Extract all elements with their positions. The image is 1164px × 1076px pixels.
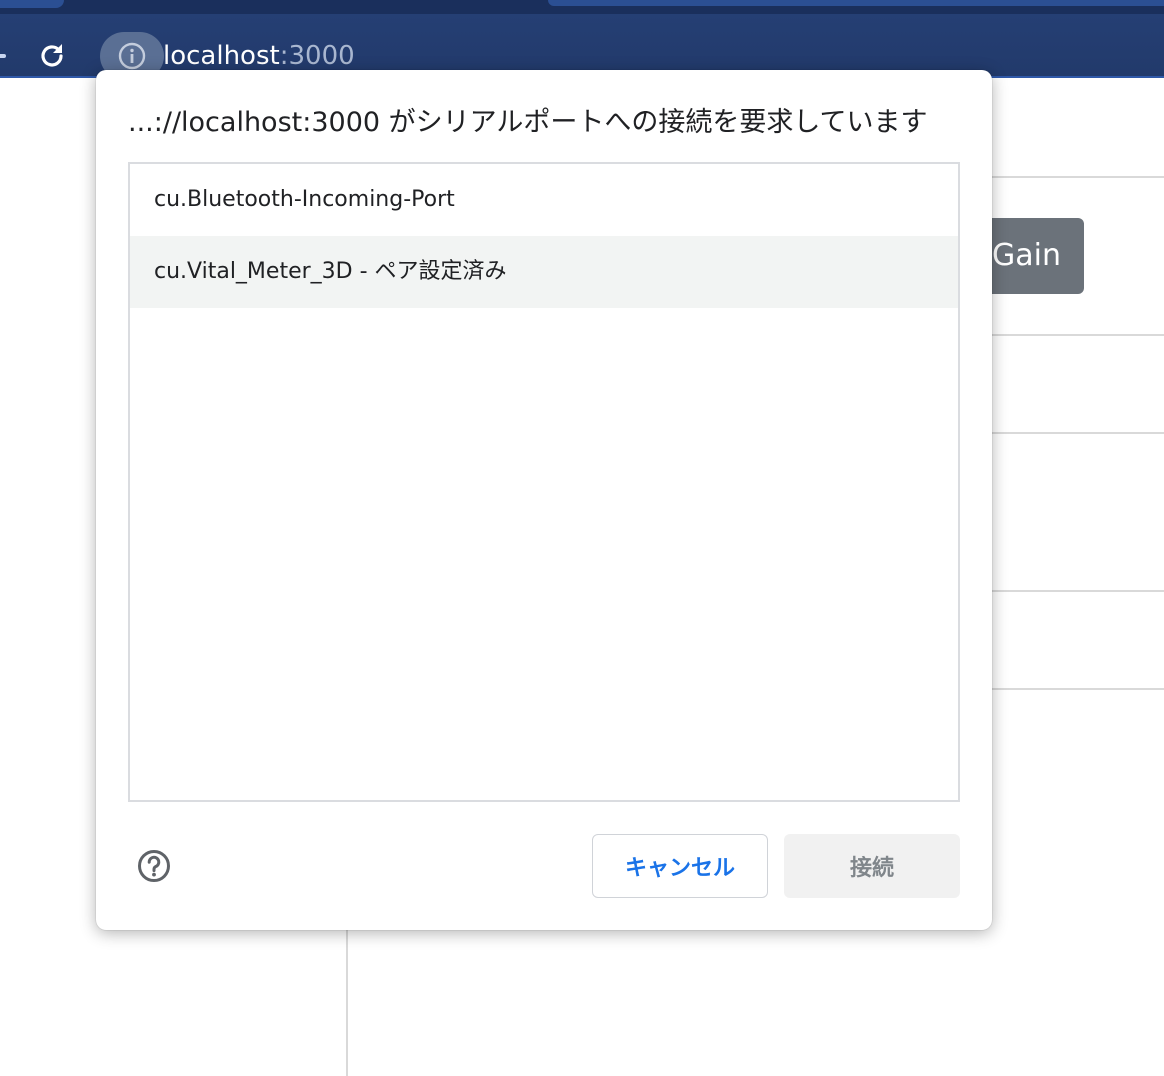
help-icon — [138, 850, 170, 882]
port-item-vital-meter[interactable]: cu.Vital_Meter_3D - ペア設定済み — [130, 236, 958, 308]
page-divider — [980, 590, 1164, 592]
address-bar[interactable]: localhost:3000 — [163, 38, 355, 74]
tab-left[interactable] — [0, 0, 64, 8]
page-divider — [980, 688, 1164, 690]
cancel-button[interactable]: キャンセル — [592, 834, 768, 898]
url-host: localhost — [163, 41, 280, 71]
tab-active[interactable] — [548, 0, 1164, 6]
page-column-divider — [346, 920, 348, 1076]
reload-icon — [41, 44, 63, 67]
back-arrow-icon[interactable] — [0, 54, 6, 58]
port-list[interactable]: cu.Bluetooth-Incoming-Port cu.Vital_Mete… — [128, 162, 960, 802]
info-icon — [118, 42, 146, 70]
page-divider — [980, 432, 1164, 434]
page-divider — [980, 334, 1164, 336]
dialog-title: ...://localhost:3000 がシリアルポートへの接続を要求していま… — [128, 107, 928, 138]
browser-toolbar: localhost:3000 — [0, 14, 1164, 80]
serial-port-dialog: ...://localhost:3000 がシリアルポートへの接続を要求していま… — [96, 70, 992, 930]
tab-strip — [0, 0, 1164, 14]
port-item-bluetooth-incoming[interactable]: cu.Bluetooth-Incoming-Port — [130, 164, 958, 236]
help-button[interactable] — [136, 848, 172, 884]
page-divider — [980, 176, 1164, 178]
connect-button[interactable]: 接続 — [784, 834, 960, 898]
reload-button[interactable] — [30, 38, 74, 74]
url-port: :3000 — [279, 41, 355, 71]
